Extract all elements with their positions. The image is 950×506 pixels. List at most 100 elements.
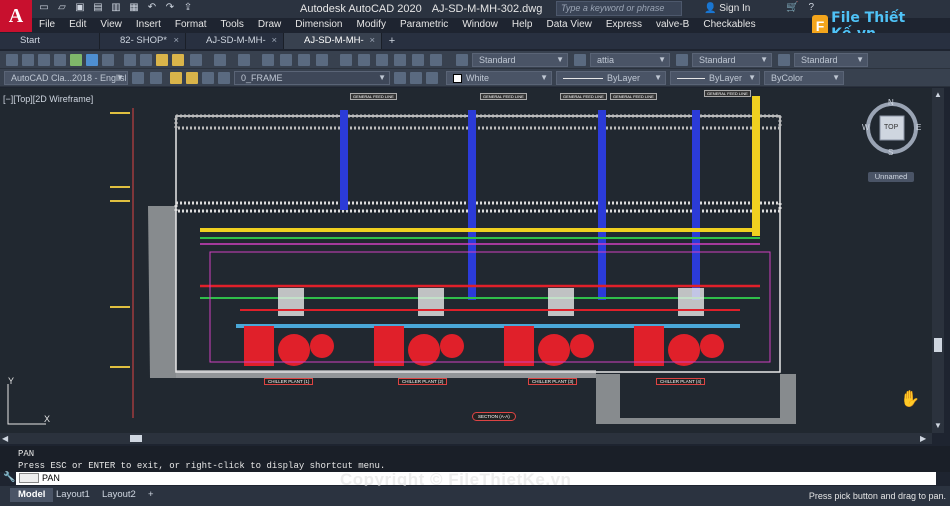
search-input[interactable]: Type a keyword or phrase [556,1,682,16]
menu-help[interactable]: Help [505,18,540,32]
mleader-style-select[interactable]: Standard ▼ [794,53,868,67]
make-current-icon[interactable] [394,72,406,84]
layer-lock-icon[interactable] [202,72,214,84]
menu-parametric[interactable]: Parametric [393,18,455,32]
undo-icon[interactable] [214,54,226,66]
mleader-style-icon[interactable] [778,54,790,66]
layer-previous-icon[interactable] [410,72,422,84]
close-icon[interactable]: × [271,33,277,49]
vertical-scrollbar[interactable]: ▲ ▼ [932,88,944,433]
design-center-icon[interactable] [358,54,370,66]
menu-tools[interactable]: Tools [214,18,251,32]
redo-icon[interactable] [238,54,250,66]
tab-start[interactable]: Start [0,33,100,49]
scroll-down-icon[interactable]: ▼ [934,421,942,430]
menu-data-view[interactable]: Data View [539,18,598,32]
menu-express[interactable]: Express [599,18,649,32]
sign-in-button[interactable]: 👤 Sign In [704,3,750,14]
gear-icon[interactable] [132,72,144,84]
match-properties-icon[interactable] [172,54,184,66]
scroll-left-icon[interactable]: ◀ [2,434,8,443]
block-icon[interactable] [190,54,202,66]
scroll-thumb[interactable] [934,338,942,352]
wrench-icon[interactable]: 🔧 [3,472,15,483]
redo-icon[interactable]: ↷ [164,2,176,14]
menu-draw[interactable]: Draw [251,18,288,32]
color-select[interactable]: White ▼ [446,71,552,85]
menu-view[interactable]: View [93,18,129,32]
close-icon[interactable]: × [369,33,375,49]
menu-edit[interactable]: Edit [62,18,93,32]
viewcube[interactable]: N S W E TOP [862,98,922,158]
scroll-thumb[interactable] [130,435,142,442]
menu-checkables[interactable]: Checkables [696,18,762,32]
table-style-select[interactable]: Standard ▼ [692,53,772,67]
text-style-icon[interactable] [456,54,468,66]
workspace-select[interactable]: AutoCAD Cla...2018 - Englisl ▼ [4,71,128,85]
menu-dimension[interactable]: Dimension [288,18,349,32]
tool-palettes-icon[interactable] [376,54,388,66]
scroll-up-icon[interactable]: ▲ [934,90,942,99]
share-icon[interactable]: ⇪ [182,2,194,14]
copy-icon[interactable] [140,54,152,66]
plot-icon[interactable]: ▦ [128,2,140,14]
cart-icon[interactable]: 🛒 [786,2,798,13]
menu-modify[interactable]: Modify [350,18,393,32]
dim-style-select[interactable]: attia ▼ [590,53,670,67]
layer-states-icon[interactable] [426,72,438,84]
viewcube-top-face[interactable]: TOP [884,124,898,131]
lineweight-select[interactable]: ByLayer ▼ [670,71,760,85]
compass-west[interactable]: W [862,123,870,132]
tab-aj-sd-m-mh-302[interactable]: AJ-SD-M-MH-302*× [284,33,382,62]
wcs-menu[interactable]: Unnamed [868,172,914,182]
save-as-icon[interactable]: ▤ [92,2,104,14]
table-style-icon[interactable] [676,54,688,66]
sheet-set-icon[interactable] [394,54,406,66]
print-icon[interactable] [54,54,66,66]
menu-valve-b[interactable]: valve-B [649,18,696,32]
help-icon[interactable]: ? [808,2,814,13]
tab-82-shop[interactable]: 82- SHOP* × [100,33,186,49]
tab-model[interactable]: Model [10,488,54,502]
close-icon[interactable]: × [173,33,179,49]
print-icon[interactable]: ▥ [110,2,122,14]
compass-north[interactable]: N [888,98,894,107]
drawing-canvas[interactable]: [−][Top][2D Wireframe] ✋ GENERAL FEED LI… [0,88,932,433]
menu-insert[interactable]: Insert [129,18,168,32]
undo-icon[interactable]: ↶ [146,2,158,14]
zoom-icon[interactable] [280,54,292,66]
plotstyle-select[interactable]: ByColor ▼ [764,71,844,85]
dim-style-icon[interactable] [574,54,586,66]
open-icon[interactable] [22,54,34,66]
properties-icon[interactable] [340,54,352,66]
compass-east[interactable]: E [916,123,921,132]
horizontal-scrollbar[interactable]: ◀ ▶ [0,433,932,444]
scroll-right-icon[interactable]: ▶ [920,434,926,443]
tab-layout2[interactable]: Layout2 [94,488,144,502]
menu-window[interactable]: Window [455,18,505,32]
3d-print-icon[interactable] [102,54,114,66]
layer-on-icon[interactable] [170,72,182,84]
markup-icon[interactable] [412,54,424,66]
new-icon[interactable] [6,54,18,66]
pan-icon[interactable] [262,54,274,66]
menu-file[interactable]: File [32,18,62,32]
save-icon[interactable] [38,54,50,66]
zoom-window-icon[interactable] [298,54,310,66]
layer-properties-icon[interactable] [150,72,162,84]
menu-format[interactable]: Format [168,18,214,32]
publish-icon[interactable] [86,54,98,66]
paste-icon[interactable] [156,54,168,66]
cut-icon[interactable] [124,54,136,66]
zoom-previous-icon[interactable] [316,54,328,66]
text-style-select[interactable]: Standard ▼ [472,53,568,67]
tab-layout1[interactable]: Layout1 [48,488,98,502]
new-icon[interactable]: ▭ [38,2,50,14]
layer-select[interactable]: 0_FRAME ▼ [234,71,390,85]
linetype-select[interactable]: ByLayer ▼ [556,71,666,85]
tab-aj-sd-m-mh-102[interactable]: AJ-SD-M-MH-102*× [186,33,284,62]
save-icon[interactable]: ▣ [74,2,86,14]
add-layout-button[interactable]: + [140,488,162,502]
autocad-logo-icon[interactable]: A [0,0,32,32]
open-icon[interactable]: ▱ [56,2,68,14]
